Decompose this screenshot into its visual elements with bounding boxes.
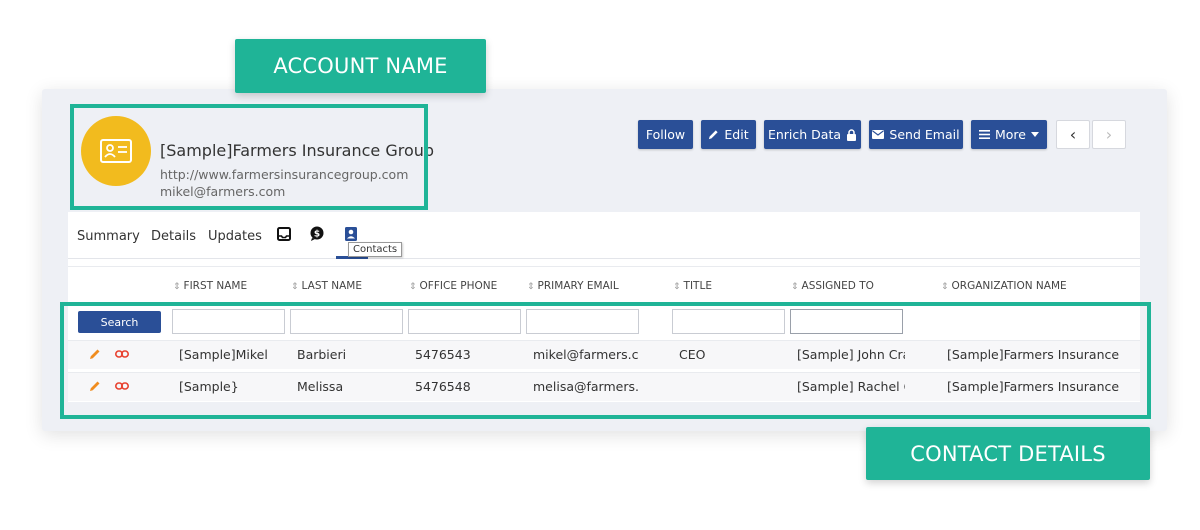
column-header-assigned-to[interactable]: ⇕ ASSIGNED TO [791, 280, 874, 292]
money-chat-icon: $ [310, 226, 324, 241]
next-record-button[interactable]: › [1092, 120, 1126, 149]
title-filter-input[interactable] [672, 309, 785, 334]
first-name-filter-input[interactable] [172, 309, 285, 334]
edit-button-label: Edit [724, 127, 749, 142]
edit-row-button[interactable] [88, 347, 102, 361]
account-website[interactable]: http://www.farmersinsurancegroup.com [160, 167, 408, 182]
office-phone-filter-input[interactable] [408, 309, 521, 334]
contact-details-callout: CONTACT DETAILS [866, 427, 1150, 480]
tabs-divider [68, 258, 1140, 259]
column-header-label: TITLE [683, 280, 712, 292]
last-name-cell[interactable]: Melissa [297, 379, 405, 394]
contact-card-icon [100, 139, 132, 163]
column-header-office-phone[interactable]: ⇕ OFFICE PHONE [409, 280, 497, 292]
tab-details[interactable]: Details [151, 229, 196, 244]
office-phone-cell: 5476548 [415, 379, 471, 394]
sort-icon: ⇕ [291, 282, 299, 292]
more-button[interactable]: More [971, 120, 1047, 149]
send-email-button[interactable]: Send Email [869, 120, 963, 149]
first-name-cell[interactable]: [Sample} [179, 379, 287, 394]
link-icon [115, 350, 129, 358]
more-button-label: More [995, 127, 1026, 142]
assigned-to-cell: [Sample] Rachel Gr [797, 379, 905, 394]
caret-down-icon [1031, 132, 1039, 137]
pencil-icon [90, 381, 100, 391]
organization-name-cell[interactable]: [Sample]Farmers Insurance [947, 347, 1127, 362]
envelope-icon [872, 130, 885, 139]
contacts-tooltip: Contacts [348, 242, 403, 257]
column-header-label: ORGANIZATION NAME [951, 280, 1067, 292]
last-name-cell[interactable]: Barbieri [297, 347, 405, 362]
link-icon [115, 382, 129, 390]
chevron-left-icon: ‹ [1069, 124, 1077, 144]
office-phone-cell: 5476543 [415, 347, 471, 362]
unlink-row-button[interactable] [115, 347, 129, 361]
tab-deals[interactable]: $ [309, 225, 327, 243]
list-icon [979, 130, 990, 139]
assigned-to-filter-input[interactable] [790, 309, 903, 334]
sort-icon: ⇕ [409, 282, 417, 292]
pencil-icon [709, 130, 719, 140]
edit-button[interactable]: Edit [701, 120, 756, 149]
first-name-cell[interactable]: [Sample]Mikel [179, 347, 287, 362]
tab-inbox[interactable] [275, 225, 293, 243]
svg-text:$: $ [314, 230, 320, 240]
column-header-label: PRIMARY EMAIL [537, 280, 619, 292]
previous-record-button[interactable]: ‹ [1056, 120, 1090, 149]
chevron-right-icon: › [1105, 124, 1113, 144]
column-header-title[interactable]: ⇕ TITLE [673, 280, 712, 292]
column-header-label: FIRST NAME [183, 280, 248, 292]
tab-contacts[interactable] [342, 225, 360, 243]
follow-button[interactable]: Follow [638, 120, 693, 149]
column-header-organization-name[interactable]: ⇕ ORGANIZATION NAME [941, 280, 1067, 292]
column-header-first-name[interactable]: ⇕ FIRST NAME [173, 280, 247, 292]
last-name-filter-input[interactable] [290, 309, 403, 334]
table-top-divider [68, 266, 1140, 267]
column-header-label: LAST NAME [301, 280, 362, 292]
account-name-callout: ACCOUNT NAME [235, 39, 486, 93]
column-header-label: ASSIGNED TO [801, 280, 874, 292]
assigned-to-cell: [Sample] John Craig [797, 347, 905, 362]
account-name: [Sample]Farmers Insurance Group [160, 141, 435, 160]
pencil-icon [90, 349, 100, 359]
edit-row-button[interactable] [88, 379, 102, 393]
follow-button-label: Follow [645, 127, 686, 142]
sort-icon: ⇕ [791, 282, 799, 292]
inbox-icon [277, 227, 291, 241]
contacts-icon [345, 227, 357, 241]
lock-icon [847, 128, 857, 141]
primary-email-filter-input[interactable] [526, 309, 639, 334]
sort-icon: ⇕ [527, 282, 535, 292]
send-email-label: Send Email [889, 127, 960, 142]
sort-icon: ⇕ [173, 282, 181, 292]
enrich-data-label: Enrich Data [767, 127, 842, 142]
tab-summary[interactable]: Summary [77, 229, 140, 244]
sort-icon: ⇕ [941, 282, 949, 292]
column-header-last-name[interactable]: ⇕ LAST NAME [291, 280, 362, 292]
column-header-label: OFFICE PHONE [419, 280, 498, 292]
search-button[interactable]: Search [78, 311, 161, 333]
sort-icon: ⇕ [673, 282, 681, 292]
title-cell: CEO [679, 347, 706, 362]
primary-email-cell[interactable]: melisa@farmers.c [533, 379, 639, 394]
account-avatar [81, 116, 151, 186]
organization-name-cell[interactable]: [Sample]Farmers Insurance [947, 379, 1127, 394]
tab-updates[interactable]: Updates [208, 229, 262, 244]
column-header-primary-email[interactable]: ⇕ PRIMARY EMAIL [527, 280, 619, 292]
primary-email-cell[interactable]: mikel@farmers.co [533, 347, 639, 362]
unlink-row-button[interactable] [115, 379, 129, 393]
enrich-data-button[interactable]: Enrich Data [764, 120, 861, 149]
account-email[interactable]: mikel@farmers.com [160, 184, 285, 199]
